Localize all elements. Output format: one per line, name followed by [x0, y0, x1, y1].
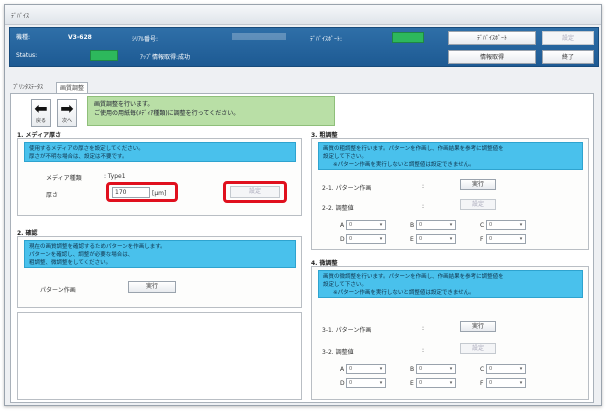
serial-value [232, 33, 286, 40]
fine-run-button[interactable]: 実行 [460, 321, 496, 332]
fine-select-e[interactable]: 0 ▾ [416, 378, 456, 388]
arrow-right-icon: ➡ [60, 99, 74, 118]
chevron-down-icon: ▾ [379, 222, 383, 228]
coarse-select-a[interactable]: 0 ▾ [346, 220, 386, 230]
fine-select-d[interactable]: 0 ▾ [346, 378, 386, 388]
fine-set-button[interactable]: 設定 [460, 343, 496, 354]
pattern-draw-label: パターン作画 [40, 287, 76, 294]
coarse-run-button[interactable]: 実行 [460, 179, 496, 190]
output-area [17, 312, 302, 400]
device-info-bar: 機種: V3-628 ｼﾘｱﾙ番号: ﾃﾞﾊﾞｲｽﾎﾟｰﾄ: Status: ｱ… [9, 27, 599, 67]
chevron-down-icon: ▾ [379, 380, 383, 386]
chevron-down-icon: ▾ [449, 236, 453, 242]
thickness-label: 厚さ [46, 192, 59, 199]
section2-description: 現在の画質調整を確認するためパターンを作画します。 パターンを確認し、調整が必要… [24, 240, 296, 268]
section3-panel: 画質の粗調整を行います。パターンを作画し、作画結果を参考に調整値を 設定して下さ… [311, 138, 589, 250]
intro-message: 画質調整を行います。 ご使用の用紙毎(ﾒﾃﾞｨｱ種類)に調整を行ってください。 [87, 96, 335, 126]
coarse-select-e[interactable]: 0 ▾ [416, 234, 456, 244]
model-value: V3-628 [68, 34, 92, 41]
fine-pattern-label: 3-1. パターン作画 [322, 327, 372, 334]
connection-label: ﾃﾞﾊﾞｲｽﾎﾟｰﾄ: [310, 36, 343, 43]
section1-description: 使用するメディアの厚さを設定してください。 厚さが不明な場合は、設定は不要です。 [24, 142, 296, 162]
fine-select-a[interactable]: 0 ▾ [346, 364, 386, 374]
fine-value-label: 3-2. 調整値 [322, 349, 354, 356]
next-button[interactable]: ➡ 次へ [57, 99, 77, 127]
fine-select-f[interactable]: 0 ▾ [486, 378, 526, 388]
pattern-run-button[interactable]: 実行 [128, 281, 176, 293]
get-info-button[interactable]: 情報取得 [448, 50, 536, 64]
window-title: ﾃﾞﾊﾞｲｽ [5, 5, 601, 25]
coarse-select-d[interactable]: 0 ▾ [346, 234, 386, 244]
coarse-select-c[interactable]: 0 ▾ [486, 220, 526, 230]
section1-panel: 使用するメディアの厚さを設定してください。 厚さが不明な場合は、設定は不要です。… [17, 138, 302, 216]
set-button-highlight [223, 181, 287, 203]
section2-panel: 現在の画質調整を確認するためパターンを作画します。 パターンを確認し、調整が必要… [17, 236, 302, 308]
coarse-select-b[interactable]: 0 ▾ [416, 220, 456, 230]
tab-content: ⬅ 戻る ➡ 次へ 画質調整を行います。 ご使用の用紙毎(ﾒﾃﾞｨｱ種類)に調整… [10, 93, 594, 403]
status-label: Status: [16, 52, 38, 59]
coarse-set-button[interactable]: 設定 [460, 199, 496, 210]
fine-select-b[interactable]: 0 ▾ [416, 364, 456, 374]
section3-description: 画質の粗調整を行います。パターンを作画し、作画結果を参考に調整値を 設定して下さ… [318, 142, 583, 170]
chevron-down-icon: ▾ [449, 380, 453, 386]
chevron-down-icon: ▾ [519, 380, 523, 386]
media-type-label: メディア種類 [46, 175, 82, 182]
chevron-down-icon: ▾ [519, 366, 523, 372]
chevron-down-icon: ▾ [379, 236, 383, 242]
settings-button[interactable]: 設定 [542, 31, 594, 45]
fine-select-c[interactable]: 0 ▾ [486, 364, 526, 374]
model-label: 機種: [16, 34, 31, 41]
chevron-down-icon: ▾ [449, 222, 453, 228]
thickness-highlight [106, 182, 178, 202]
coarse-select-f[interactable]: 0 ▾ [486, 234, 526, 244]
arrow-left-icon: ⬅ [34, 99, 48, 118]
status-indicator [90, 50, 118, 61]
coarse-pattern-label: 2-1. パターン作画 [322, 185, 372, 192]
chevron-down-icon: ▾ [449, 366, 453, 372]
section4-description: 画質の微調整を行います。パターンを作画し、作画結果を参考に調整値を 設定して下さ… [318, 270, 583, 298]
media-type-value: : Type1 [104, 173, 126, 180]
connection-indicator [392, 32, 424, 43]
status-text: ｱｯﾌﾟ情報取得:成功 [140, 54, 191, 61]
serial-label: ｼﾘｱﾙ番号: [132, 36, 159, 43]
chevron-down-icon: ▾ [519, 236, 523, 242]
device-port-button[interactable]: ﾃﾞﾊﾞｲｽﾎﾟｰﾄ [448, 31, 536, 45]
exit-button[interactable]: 終了 [542, 50, 594, 64]
chevron-down-icon: ▾ [519, 222, 523, 228]
coarse-value-label: 2-2. 調整値 [322, 205, 354, 212]
section4-panel: 画質の微調整を行います。パターンを作画し、作画結果を参考に調整値を 設定して下さ… [311, 266, 589, 400]
prev-button[interactable]: ⬅ 戻る [31, 99, 51, 127]
chevron-down-icon: ▾ [379, 366, 383, 372]
